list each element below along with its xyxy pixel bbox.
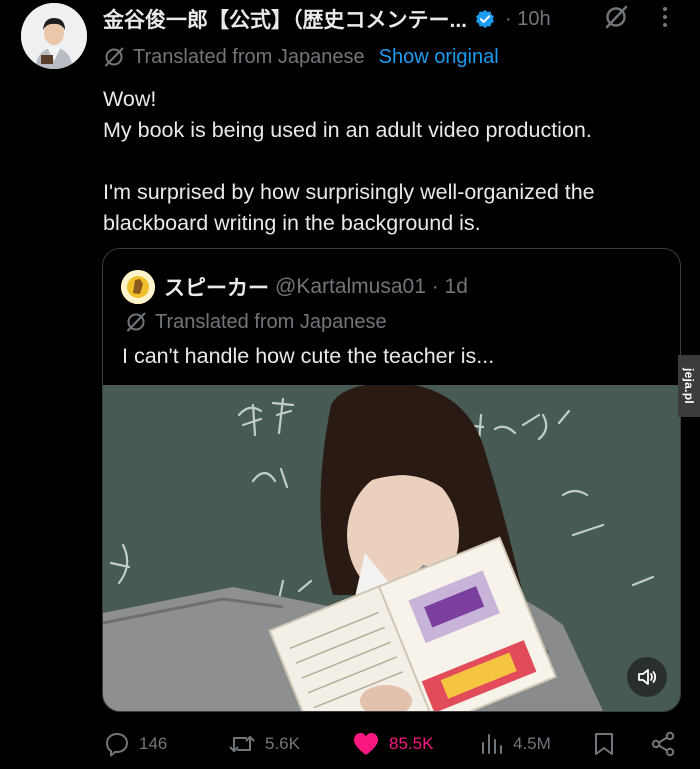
quote-translation-notice: Translated from Japanese [125,309,387,335]
author-avatar[interactable] [21,3,87,69]
show-original-link[interactable]: Show original [379,46,499,69]
verified-badge-icon [476,9,494,29]
reply-icon [106,733,128,757]
quote-translated-label: Translated from Japanese [155,310,387,333]
watermark: jeja.pl [678,355,700,417]
bookmark-button[interactable] [592,726,616,762]
quote-header: スピーカー @Kartalmusa01 · 1d [121,270,468,304]
quote-text: I can't handle how cute the teacher is..… [122,344,495,368]
view-count: 4.5M [513,734,551,753]
reply-count: 146 [139,734,168,753]
tweet: 金谷俊一郎【公式】（歴史コメンテー... · 10h Translated fr… [0,0,700,769]
post-line: Wow! [103,87,157,111]
tweet-header: 金谷俊一郎【公式】（歴史コメンテー... · 10h [103,4,680,34]
heart-icon [354,733,378,755]
quoted-tweet[interactable]: スピーカー @Kartalmusa01 · 1d Translated from… [102,248,681,712]
reply-button[interactable]: 146 [104,726,167,762]
speaker-muted-icon [638,669,657,685]
translate-icon [105,47,124,67]
post-text: Wow! My book is being used in an adult v… [103,84,688,239]
quote-author-avatar[interactable] [121,270,155,304]
more-options-icon[interactable] [654,4,676,30]
translated-label: Translated from Japanese [133,45,365,68]
translate-icon [127,312,146,332]
volume-button[interactable] [627,657,667,697]
repost-icon [229,736,255,752]
views-button[interactable]: 4.5M [480,726,551,762]
post-line: I'm surprised by how surprisingly well-o… [103,180,595,235]
views-chart-icon [482,734,502,754]
quote-author-name[interactable]: スピーカー [164,272,269,302]
post-time[interactable]: · 10h [505,8,551,31]
like-count: 85.5K [389,734,434,753]
action-bar: 146 5.6K 85.5K 4.5M [0,726,700,762]
repost-count: 5.6K [265,734,300,753]
share-icon [651,731,675,757]
video-thumbnail[interactable] [103,385,680,711]
watermark-text: jeja.pl [682,367,696,405]
post-line: My book is being used in an adult video … [103,118,592,142]
grok-icon[interactable] [603,4,629,30]
bookmark-icon [595,733,613,755]
author-name[interactable]: 金谷俊一郎【公式】（歴史コメンテー... [103,4,467,34]
repost-button[interactable]: 5.6K [228,726,300,762]
share-button[interactable] [650,726,676,762]
like-button[interactable]: 85.5K [352,726,433,762]
quote-author-handle[interactable]: @Kartalmusa01 · 1d [275,275,468,299]
translation-notice: Translated from Japanese Show original [103,44,499,70]
